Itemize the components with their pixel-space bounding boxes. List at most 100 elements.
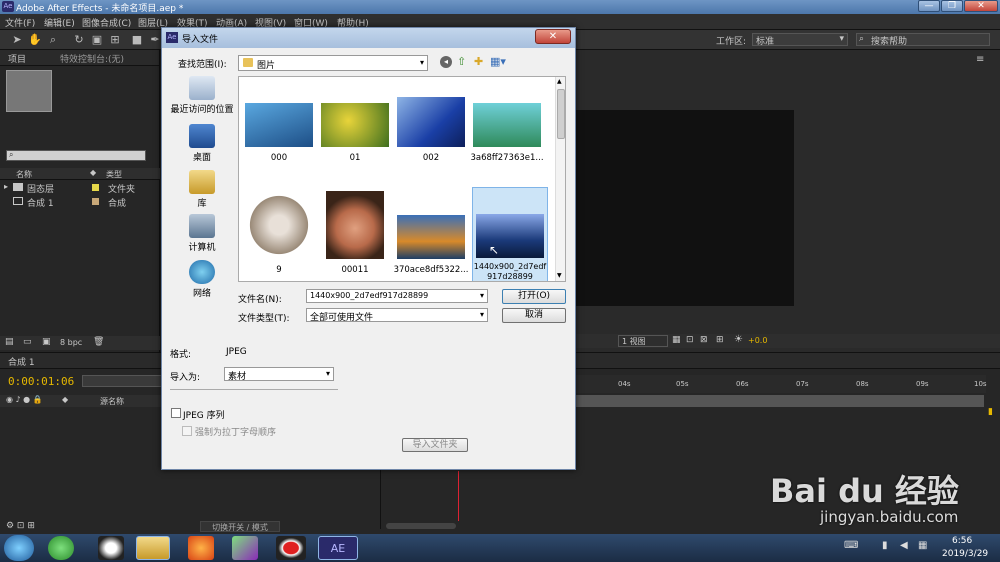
- import-folder-button[interactable]: 导入文件夹: [402, 438, 468, 452]
- time-ruler[interactable]: 04s 05s 06s 07s 08s 09s 10s: [576, 375, 987, 393]
- file-item-selected[interactable]: 1440x900_2d7edf917d28899: [472, 187, 548, 281]
- toggle-switches-modes-button[interactable]: 切换开关 / 模式: [200, 521, 280, 532]
- label-color-swatch: [92, 184, 99, 191]
- comp-flow-icons[interactable]: ⚙ ⊡ ⊞: [6, 521, 35, 531]
- rectangle-tool-icon[interactable]: ■: [130, 33, 144, 47]
- tray-volume-icon[interactable]: ◀: [900, 540, 908, 551]
- show-channel-icon[interactable]: ⊠: [700, 335, 708, 345]
- camera-tool-icon[interactable]: ▣: [90, 33, 104, 47]
- lookin-select[interactable]: 图片 ▾: [238, 55, 428, 71]
- tray-keyboard-icon[interactable]: ⌨: [844, 540, 858, 551]
- place-computer[interactable]: 计算机: [168, 214, 236, 253]
- place-recent[interactable]: 最近访问的位置: [168, 76, 236, 115]
- project-item-comp[interactable]: 合成 1 合成: [0, 195, 160, 209]
- file-item[interactable]: 00011: [317, 191, 393, 275]
- tab-project[interactable]: 项目: [8, 52, 26, 65]
- view-layout-value: 1 视图: [622, 337, 646, 346]
- tab-comp1[interactable]: 合成 1: [8, 355, 35, 368]
- bit-depth-label[interactable]: 8 bpc: [60, 338, 82, 347]
- new-folder-icon[interactable]: ▭: [23, 337, 32, 347]
- windows-taskbar: AE ⌨ ▮ ◀ ▦ 6:56 2019/3/29: [0, 534, 1000, 562]
- help-search-input[interactable]: ⌕ 搜索帮助: [856, 33, 990, 47]
- taskbar-app-qq-icon[interactable]: [98, 536, 124, 560]
- trash-icon[interactable]: 🗑: [93, 337, 104, 347]
- fast-preview-icon[interactable]: ⊞: [716, 335, 724, 345]
- tab-effect-controls[interactable]: 特效控制台:(无): [60, 52, 124, 65]
- file-item[interactable]: 9: [241, 191, 317, 275]
- timeline-search-input[interactable]: [82, 375, 162, 387]
- pan-behind-tool-icon[interactable]: ⊞: [108, 33, 122, 47]
- pen-tool-icon[interactable]: ✒: [148, 33, 162, 47]
- file-item[interactable]: 370ace8df5322...: [393, 215, 469, 275]
- interpret-footage-icon[interactable]: ▤: [5, 337, 14, 347]
- col-name[interactable]: 名称: [16, 169, 32, 180]
- place-network[interactable]: 网络: [168, 260, 236, 299]
- tray-battery-icon[interactable]: ▮: [882, 540, 888, 551]
- taskbar-app-explorer-icon[interactable]: [136, 536, 170, 560]
- close-button[interactable]: ✕: [964, 0, 998, 12]
- taskbar-app-ae-icon[interactable]: AE: [318, 536, 358, 560]
- taskbar-app-media-icon[interactable]: [232, 536, 258, 560]
- current-timecode[interactable]: 0:00:01:06: [8, 375, 74, 388]
- file-item[interactable]: 002: [393, 97, 469, 163]
- place-library[interactable]: 库: [168, 170, 236, 209]
- back-icon[interactable]: ◂: [440, 56, 452, 68]
- scrollbar-thumb[interactable]: [557, 89, 565, 139]
- computer-icon: [189, 214, 215, 238]
- file-item[interactable]: 3a68ff27363e1...: [469, 103, 545, 163]
- clock-date[interactable]: 2019/3/29: [942, 549, 988, 559]
- lookin-value: 图片: [257, 61, 276, 71]
- view-menu-icon[interactable]: ▦▾: [490, 55, 506, 68]
- up-folder-icon[interactable]: ⇧: [457, 55, 466, 68]
- col-source-name[interactable]: 源名称: [100, 396, 124, 407]
- taskbar-app-firefox-icon[interactable]: [188, 536, 214, 560]
- taskbar-app-recorder-icon[interactable]: [276, 536, 306, 560]
- open-button[interactable]: 打开(O): [502, 289, 566, 304]
- place-desktop[interactable]: 桌面: [168, 124, 236, 163]
- taskbar-app-browser-icon[interactable]: [48, 536, 74, 560]
- workspace-select[interactable]: 标准 ▾: [752, 33, 848, 47]
- scroll-down-icon[interactable]: ▼: [557, 272, 562, 279]
- scroll-up-icon[interactable]: ▲: [557, 78, 562, 85]
- selection-tool-icon[interactable]: ➤: [10, 33, 24, 47]
- import-as-select[interactable]: 素材 ▾: [224, 367, 334, 382]
- rotate-tool-icon[interactable]: ↻: [72, 33, 86, 47]
- place-label: 桌面: [192, 153, 211, 163]
- minimize-button[interactable]: —: [918, 0, 940, 12]
- zoom-slider[interactable]: [386, 523, 456, 529]
- jpeg-sequence-checkbox[interactable]: [171, 408, 181, 418]
- project-item-type: 合成: [108, 199, 127, 209]
- app-logo-icon: Ae: [166, 32, 178, 43]
- filetype-select[interactable]: 全部可使用文件 ▾: [306, 308, 488, 323]
- snapshot-icon[interactable]: ⊡: [686, 335, 694, 345]
- new-comp-icon[interactable]: ▣: [42, 337, 51, 347]
- expand-arrow-icon[interactable]: ▸: [4, 182, 8, 191]
- file-item[interactable]: 000: [241, 103, 317, 163]
- col-type[interactable]: 类型: [106, 169, 122, 180]
- toggle-transparency-icon[interactable]: ▦: [672, 335, 681, 345]
- project-search-input[interactable]: ⌕: [6, 150, 146, 161]
- close-icon[interactable]: ✕: [535, 29, 571, 44]
- panel-menu-icon[interactable]: ≡: [976, 54, 984, 65]
- start-button[interactable]: [4, 535, 34, 561]
- menu-edit[interactable]: 编辑(E): [44, 16, 75, 29]
- file-item[interactable]: 01: [317, 103, 393, 163]
- filename-input[interactable]: 1440x900_2d7edf917d28899 ▾: [306, 289, 488, 303]
- force-alphabetical-checkbox[interactable]: [182, 426, 192, 436]
- menu-file[interactable]: 文件(F): [5, 16, 35, 29]
- clock-time[interactable]: 6:56: [952, 536, 972, 546]
- view-layout-select[interactable]: 1 视图: [618, 335, 668, 347]
- project-item-solids[interactable]: ▸ 固态层 文件夹: [0, 181, 160, 195]
- hand-tool-icon[interactable]: ✋: [28, 33, 42, 47]
- exposure-icon[interactable]: ☀: [734, 334, 743, 345]
- file-list-scrollbar[interactable]: ▲ ▼: [555, 77, 565, 281]
- maximize-button[interactable]: ❐: [941, 0, 963, 12]
- new-folder-icon[interactable]: ✚: [474, 55, 483, 68]
- menu-composition[interactable]: 图像合成(C): [82, 16, 131, 29]
- current-time-indicator[interactable]: [458, 471, 459, 521]
- exposure-value[interactable]: +0.0: [748, 336, 767, 345]
- cancel-button[interactable]: 取消: [502, 308, 566, 323]
- ruler-tick-label: 09s: [916, 380, 929, 388]
- tray-network-icon[interactable]: ▦: [918, 540, 927, 551]
- zoom-tool-icon[interactable]: ⌕: [46, 33, 60, 47]
